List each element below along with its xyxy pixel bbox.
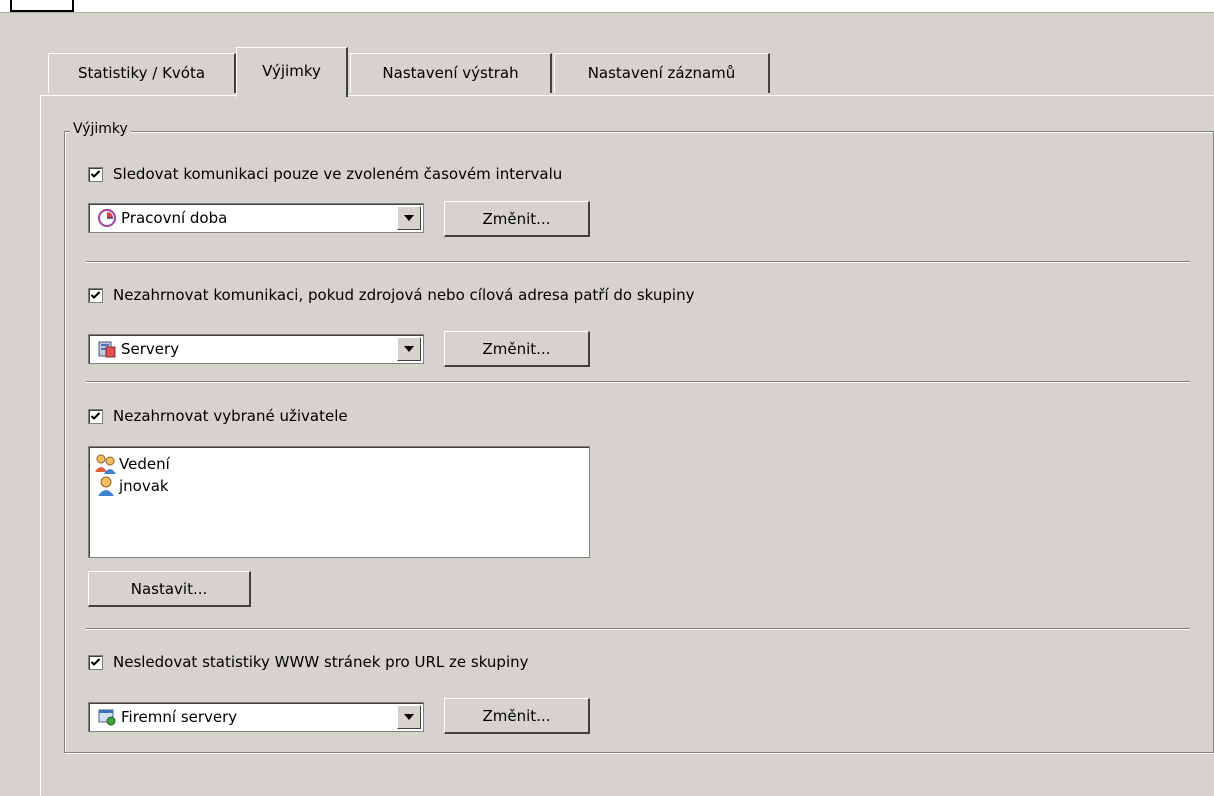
- change-url-group-button[interactable]: Změnit...: [444, 698, 590, 734]
- ip-group-select[interactable]: Servery: [88, 334, 424, 364]
- dropdown-arrow-icon[interactable]: [397, 337, 421, 361]
- time-interval-checkbox-row[interactable]: Sledovat komunikaci pouze ve zvoleném ča…: [88, 163, 562, 185]
- time-interval-label: Sledovat komunikaci pouze ve zvoleném ča…: [113, 165, 563, 183]
- url-group-checkbox-row[interactable]: Nesledovat statistiky WWW stránek pro UR…: [88, 651, 529, 673]
- users-label: Nezahrnovat vybrané uživatele: [113, 407, 348, 425]
- dropdown-arrow-icon[interactable]: [397, 705, 421, 729]
- list-item[interactable]: Vedení: [95, 453, 589, 475]
- time-interval-value: Pracovní doba: [121, 209, 228, 227]
- tab-nastaveni-zaznamu[interactable]: Nastavení záznamů: [554, 53, 770, 93]
- url-group-icon: [98, 709, 116, 726]
- window-corner: [10, 0, 74, 12]
- dropdown-arrow-icon[interactable]: [397, 206, 421, 230]
- users-checkbox[interactable]: [88, 408, 103, 424]
- separator: [86, 381, 1190, 383]
- window-top-strip: [0, 0, 1214, 13]
- ip-group-icon: [98, 341, 116, 358]
- url-group-select[interactable]: Firemní servery: [88, 702, 424, 732]
- users-listbox[interactable]: Vedení jnovak: [88, 446, 590, 558]
- clock-icon: [98, 209, 116, 227]
- url-group-checkbox[interactable]: [88, 654, 103, 670]
- url-group-value: Firemní servery: [121, 708, 238, 726]
- ip-group-checkbox[interactable]: [88, 287, 103, 303]
- checkmark-icon: [90, 657, 101, 666]
- time-interval-checkbox[interactable]: [88, 166, 103, 182]
- url-group-label: Nesledovat statistiky WWW stránek pro UR…: [113, 653, 529, 671]
- groupbox-title: Výjimky: [70, 121, 131, 137]
- checkmark-icon: [90, 290, 101, 299]
- tab-nastaveni-vystrah[interactable]: Nastavení výstrah: [350, 53, 552, 93]
- separator: [86, 628, 1190, 630]
- ip-group-label: Nezahrnovat komunikaci, pokud zdrojová n…: [113, 286, 695, 304]
- list-item-label: jnovak: [119, 477, 169, 495]
- set-users-button[interactable]: Nastavit...: [88, 571, 251, 607]
- checkmark-icon: [90, 411, 101, 420]
- time-interval-select[interactable]: Pracovní doba: [88, 203, 424, 233]
- user-icon: [98, 476, 114, 496]
- list-item-label: Vedení: [119, 455, 170, 473]
- user-group-icon: [95, 454, 116, 474]
- list-item[interactable]: jnovak: [95, 475, 589, 497]
- separator: [86, 261, 1190, 263]
- ip-group-checkbox-row[interactable]: Nezahrnovat komunikaci, pokud zdrojová n…: [88, 284, 694, 306]
- checkmark-icon: [90, 169, 101, 178]
- tab-vyjimky[interactable]: Výjimky: [236, 47, 348, 97]
- change-ip-group-button[interactable]: Změnit...: [444, 331, 590, 367]
- users-checkbox-row[interactable]: Nezahrnovat vybrané uživatele: [88, 405, 348, 427]
- change-time-interval-button[interactable]: Změnit...: [444, 201, 590, 237]
- tab-statistiky-kvota[interactable]: Statistiky / Kvóta: [48, 53, 236, 93]
- ip-group-value: Servery: [121, 340, 180, 358]
